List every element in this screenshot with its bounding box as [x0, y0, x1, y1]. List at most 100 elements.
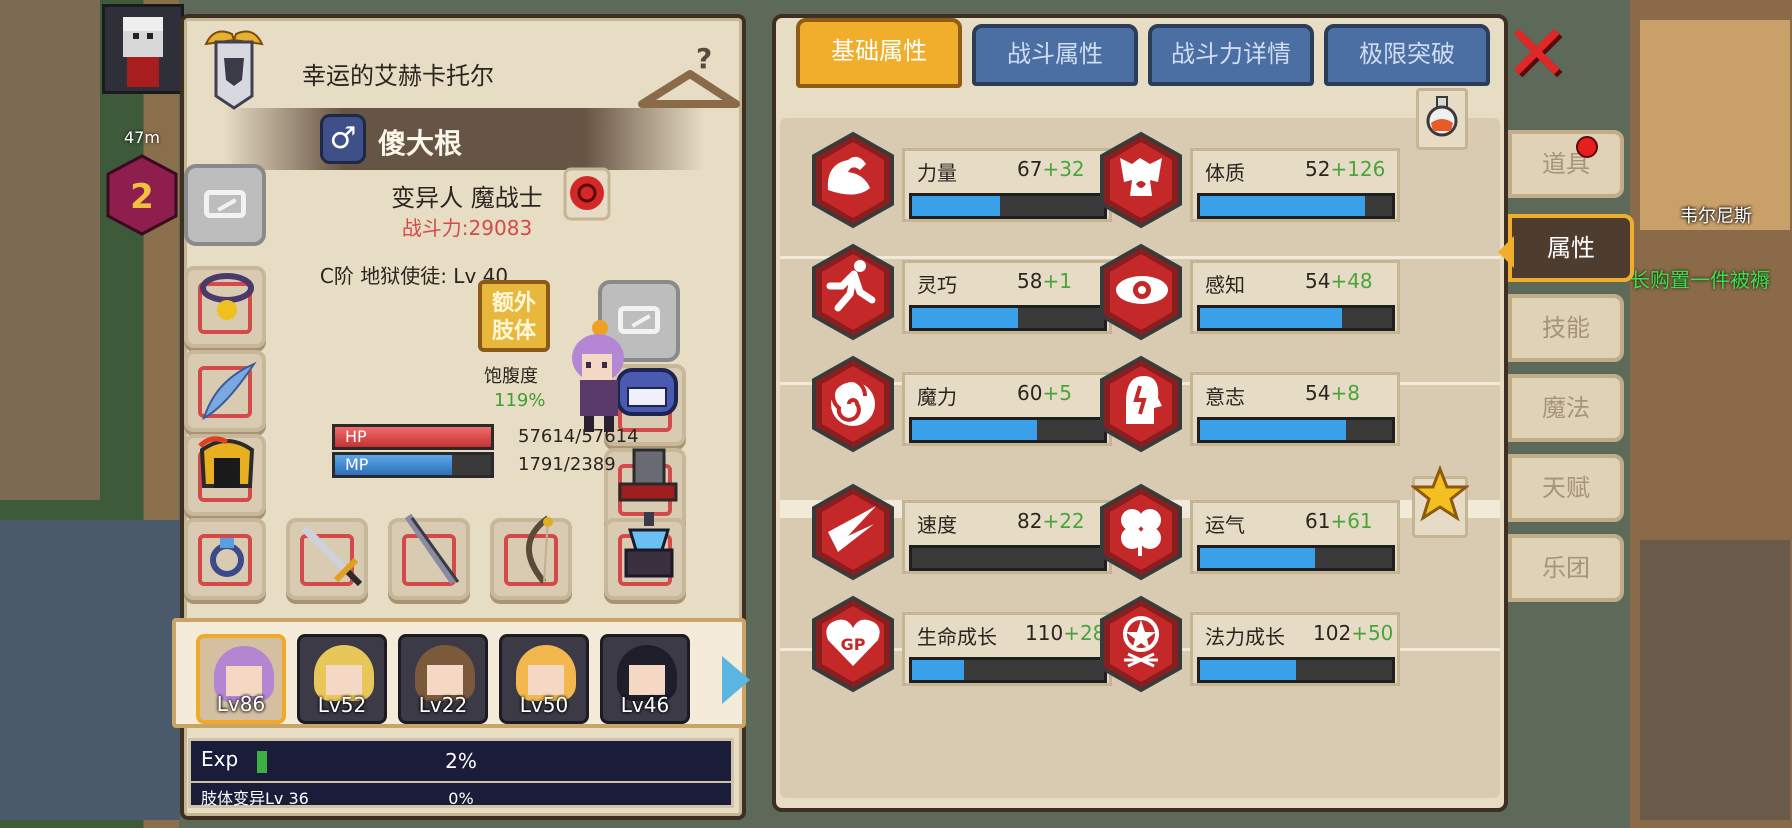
equip-slot-sword[interactable]: [286, 518, 368, 600]
party-member[interactable]: Lv46: [600, 634, 690, 724]
side-menu-attributes[interactable]: 属性: [1498, 214, 1634, 282]
equip-slot-blade[interactable]: [388, 513, 470, 600]
mp-bar: MP: [332, 452, 494, 478]
stat-bar: [909, 305, 1107, 331]
extra-limb-button[interactable]: 额外 肢体: [478, 280, 550, 352]
potion-button[interactable]: [1416, 88, 1468, 150]
tab-combat-attributes[interactable]: 战斗属性: [972, 24, 1138, 86]
player-portrait[interactable]: [102, 4, 184, 94]
stat-value: 61+61: [1305, 509, 1373, 533]
stat-name: 感知: [1205, 273, 1245, 297]
stat-box: 感知 54+48: [1190, 260, 1400, 334]
equip-slot-armor[interactable]: [184, 434, 266, 516]
potion-icon: [1426, 96, 1458, 137]
stat-4: 感知 54+48: [1096, 242, 1416, 342]
stat-name: 力量: [917, 161, 957, 185]
party-member[interactable]: Lv22: [398, 634, 488, 724]
body-icon[interactable]: [1096, 130, 1186, 230]
limb-mutation-percent: 0%: [448, 789, 474, 808]
eye-icon[interactable]: [1096, 242, 1186, 342]
muscle-icon[interactable]: [808, 130, 898, 230]
side-menu-band[interactable]: 乐团: [1508, 534, 1624, 602]
party-member-level: Lv52: [317, 693, 367, 717]
favorite-star-button[interactable]: [1411, 465, 1469, 538]
map-notice-text: 长购置一件被褥: [1630, 268, 1770, 292]
character-title: 幸运的艾赫卡托尔: [302, 62, 494, 90]
party-member[interactable]: Lv52: [297, 634, 387, 724]
faction-emblem-icon[interactable]: [562, 166, 612, 222]
stat-bar-fill: [1200, 660, 1296, 680]
stat-7: 速度 82+22: [808, 482, 1128, 582]
necklace-icon: [200, 273, 254, 320]
stat-1: 力量 67+32: [808, 130, 1128, 230]
hp-label: HP: [345, 427, 367, 446]
tab-basic-attributes[interactable]: 基础属性: [796, 18, 962, 88]
stat-box: 运气 61+61: [1190, 500, 1400, 574]
running-icon[interactable]: [808, 242, 898, 342]
swirl-icon[interactable]: [808, 354, 898, 454]
speed-icon[interactable]: [808, 482, 898, 582]
stat-box: 生命成长 110+28: [902, 612, 1112, 686]
side-menu-items[interactable]: 道具: [1508, 130, 1624, 198]
stat-box: 力量 67+32: [902, 148, 1112, 222]
side-menu-magic[interactable]: 魔法: [1508, 374, 1624, 442]
stat-10: 法力成长 102+50: [1096, 594, 1416, 694]
character-name: 傻大根: [378, 127, 463, 160]
party-next-arrow-icon[interactable]: [722, 656, 750, 704]
character-class: 变异人 魔战士: [391, 184, 543, 212]
close-icon[interactable]: ✕: [1504, 15, 1572, 93]
ring-icon: [210, 538, 244, 577]
equip-slot-ring[interactable]: [184, 518, 266, 600]
stat-name: 速度: [917, 513, 957, 537]
equip-slot-bow[interactable]: [490, 515, 572, 600]
head-icon[interactable]: [1096, 354, 1186, 454]
pentagram-icon[interactable]: [1096, 594, 1186, 694]
tab-limit-break[interactable]: 极限突破: [1324, 24, 1490, 86]
heart-icon[interactable]: GP: [808, 594, 898, 694]
stat-name: 魔力: [917, 385, 957, 409]
equip-slot-wing[interactable]: [184, 350, 266, 432]
stat-bar-fill: [1200, 420, 1346, 440]
stat-name: 运气: [1205, 513, 1245, 537]
stat-value: 58+1: [1017, 269, 1072, 293]
wing-icon: [202, 361, 257, 421]
wardrobe-hanger-icon[interactable]: ?: [634, 38, 744, 118]
equip-slot-necklace[interactable]: [184, 266, 266, 348]
mp-label: MP: [345, 455, 369, 474]
stat-bar-fill: [912, 308, 1018, 328]
exp-divider: [191, 781, 731, 783]
party-member[interactable]: Lv50: [499, 634, 589, 724]
stat-bar-fill: [912, 420, 1037, 440]
star-icon: [1411, 465, 1469, 522]
party-member[interactable]: Lv86: [196, 634, 286, 724]
stat-bar-fill: [912, 196, 1001, 216]
stat-bar: [1197, 545, 1395, 571]
hp-bar: HP: [332, 424, 494, 450]
stat-box: 灵巧 58+1: [902, 260, 1112, 334]
rank-emblem-icon: [204, 30, 264, 110]
stat-box: 法力成长 102+50: [1190, 612, 1400, 686]
stat-name: 体质: [1205, 161, 1245, 185]
stat-value: 60+5: [1017, 381, 1072, 405]
stat-bar: [1197, 193, 1395, 219]
side-menu-talent[interactable]: 天赋: [1508, 454, 1624, 522]
boots-icon: [618, 448, 678, 502]
svg-text:GP: GP: [841, 635, 866, 654]
stat-value: 52+126: [1305, 157, 1386, 181]
clover-icon[interactable]: [1096, 482, 1186, 582]
stat-9: GP 生命成长 110+28: [808, 594, 1128, 694]
stat-bar: [909, 657, 1107, 683]
active-indicator-icon: [1498, 236, 1514, 268]
locked-slot[interactable]: [184, 164, 266, 246]
bow-icon: [526, 515, 553, 584]
level-gem-icon[interactable]: 2: [104, 154, 180, 236]
stat-bar: [1197, 305, 1395, 331]
hero-sprite: [572, 320, 624, 432]
stat-bar-fill: [1200, 308, 1343, 328]
combat-power: 战斗力:29083: [401, 216, 533, 240]
side-menu-skills[interactable]: 技能: [1508, 294, 1624, 362]
stat-5: 魔力 60+5: [808, 354, 1128, 454]
tab-power-details[interactable]: 战斗力详情: [1148, 24, 1314, 86]
equip-slot-relic[interactable]: [604, 512, 686, 600]
party-strip: Lv86 Lv52 Lv22 Lv50 Lv46: [172, 618, 746, 728]
